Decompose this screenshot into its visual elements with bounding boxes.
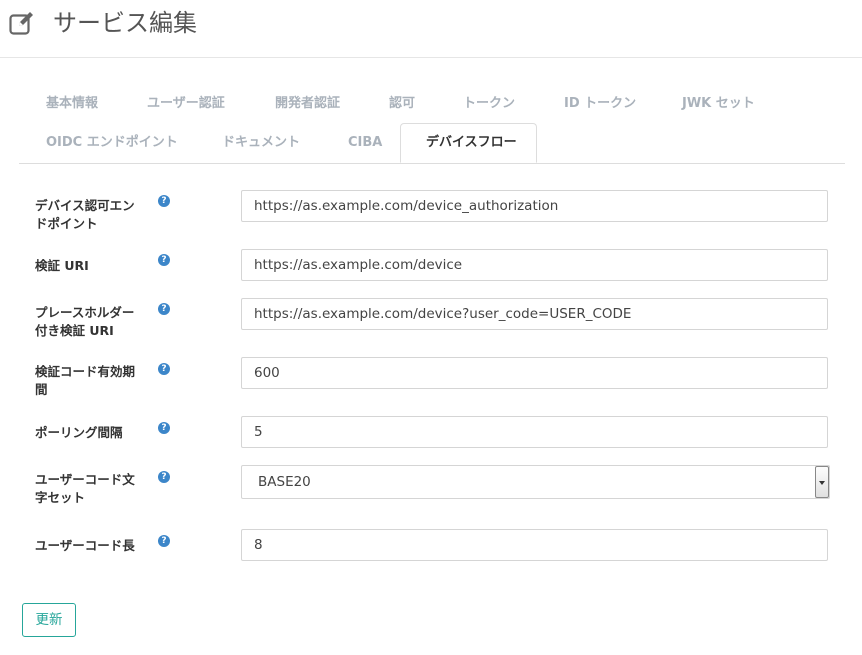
device-authorization-endpoint-label: デバイス認可エンドポイント	[35, 198, 135, 231]
tab-jwk-set[interactable]: JWK セット	[682, 95, 755, 113]
help-icon[interactable]: ?	[158, 363, 170, 375]
user-code-charset-select[interactable]: BASE20	[241, 465, 830, 499]
help-icon[interactable]: ?	[158, 303, 170, 315]
verification-code-duration-label: 検証コード有効期間	[35, 364, 136, 397]
tabs-divider	[19, 163, 845, 164]
help-icon[interactable]: ?	[158, 422, 170, 434]
help-icon[interactable]: ?	[158, 195, 170, 207]
page-title: サービス編集	[53, 9, 197, 37]
tab-token[interactable]: トークン	[463, 95, 515, 113]
help-icon[interactable]: ?	[158, 254, 170, 266]
tab-device-flow[interactable]: デバイスフロー	[400, 123, 537, 163]
update-button[interactable]: 更新	[22, 603, 76, 637]
tab-developer-authentication[interactable]: 開発者認証	[275, 95, 340, 113]
polling-interval-label: ポーリング間隔	[35, 425, 123, 440]
verification-uri-complete-label: プレースホルダー付き検証 URI	[35, 305, 135, 338]
page-header: サービス編集	[0, 0, 862, 58]
verification-uri-input[interactable]	[241, 249, 828, 281]
tab-user-authentication[interactable]: ユーザー認証	[147, 95, 225, 113]
user-code-length-input[interactable]	[241, 529, 828, 561]
tab-documents[interactable]: ドキュメント	[222, 134, 300, 152]
polling-interval-input[interactable]	[241, 416, 828, 448]
tab-basic-info[interactable]: 基本情報	[46, 95, 98, 113]
device-authorization-endpoint-input[interactable]	[241, 190, 828, 222]
verification-code-duration-input[interactable]	[241, 357, 828, 389]
tab-authorization[interactable]: 認可	[389, 95, 415, 113]
user-code-charset-value: BASE20	[258, 474, 311, 490]
tab-oidc-endpoint[interactable]: OIDC エンドポイント	[46, 134, 178, 152]
user-code-length-label: ユーザーコード長	[35, 538, 135, 553]
service-edit-page: サービス編集 基本情報 ユーザー認証 開発者認証 認可 トークン ID トークン…	[0, 0, 862, 655]
help-icon[interactable]: ?	[158, 471, 170, 483]
chevron-down-icon[interactable]	[815, 466, 829, 498]
tab-ciba[interactable]: CIBA	[348, 134, 382, 152]
user-code-charset-label: ユーザーコード文字セット	[35, 472, 135, 505]
edit-icon	[9, 12, 33, 35]
tab-id-token[interactable]: ID トークン	[564, 95, 636, 113]
verification-uri-label: 検証 URI	[35, 258, 89, 273]
help-icon[interactable]: ?	[158, 535, 170, 547]
verification-uri-complete-input[interactable]	[241, 298, 828, 330]
